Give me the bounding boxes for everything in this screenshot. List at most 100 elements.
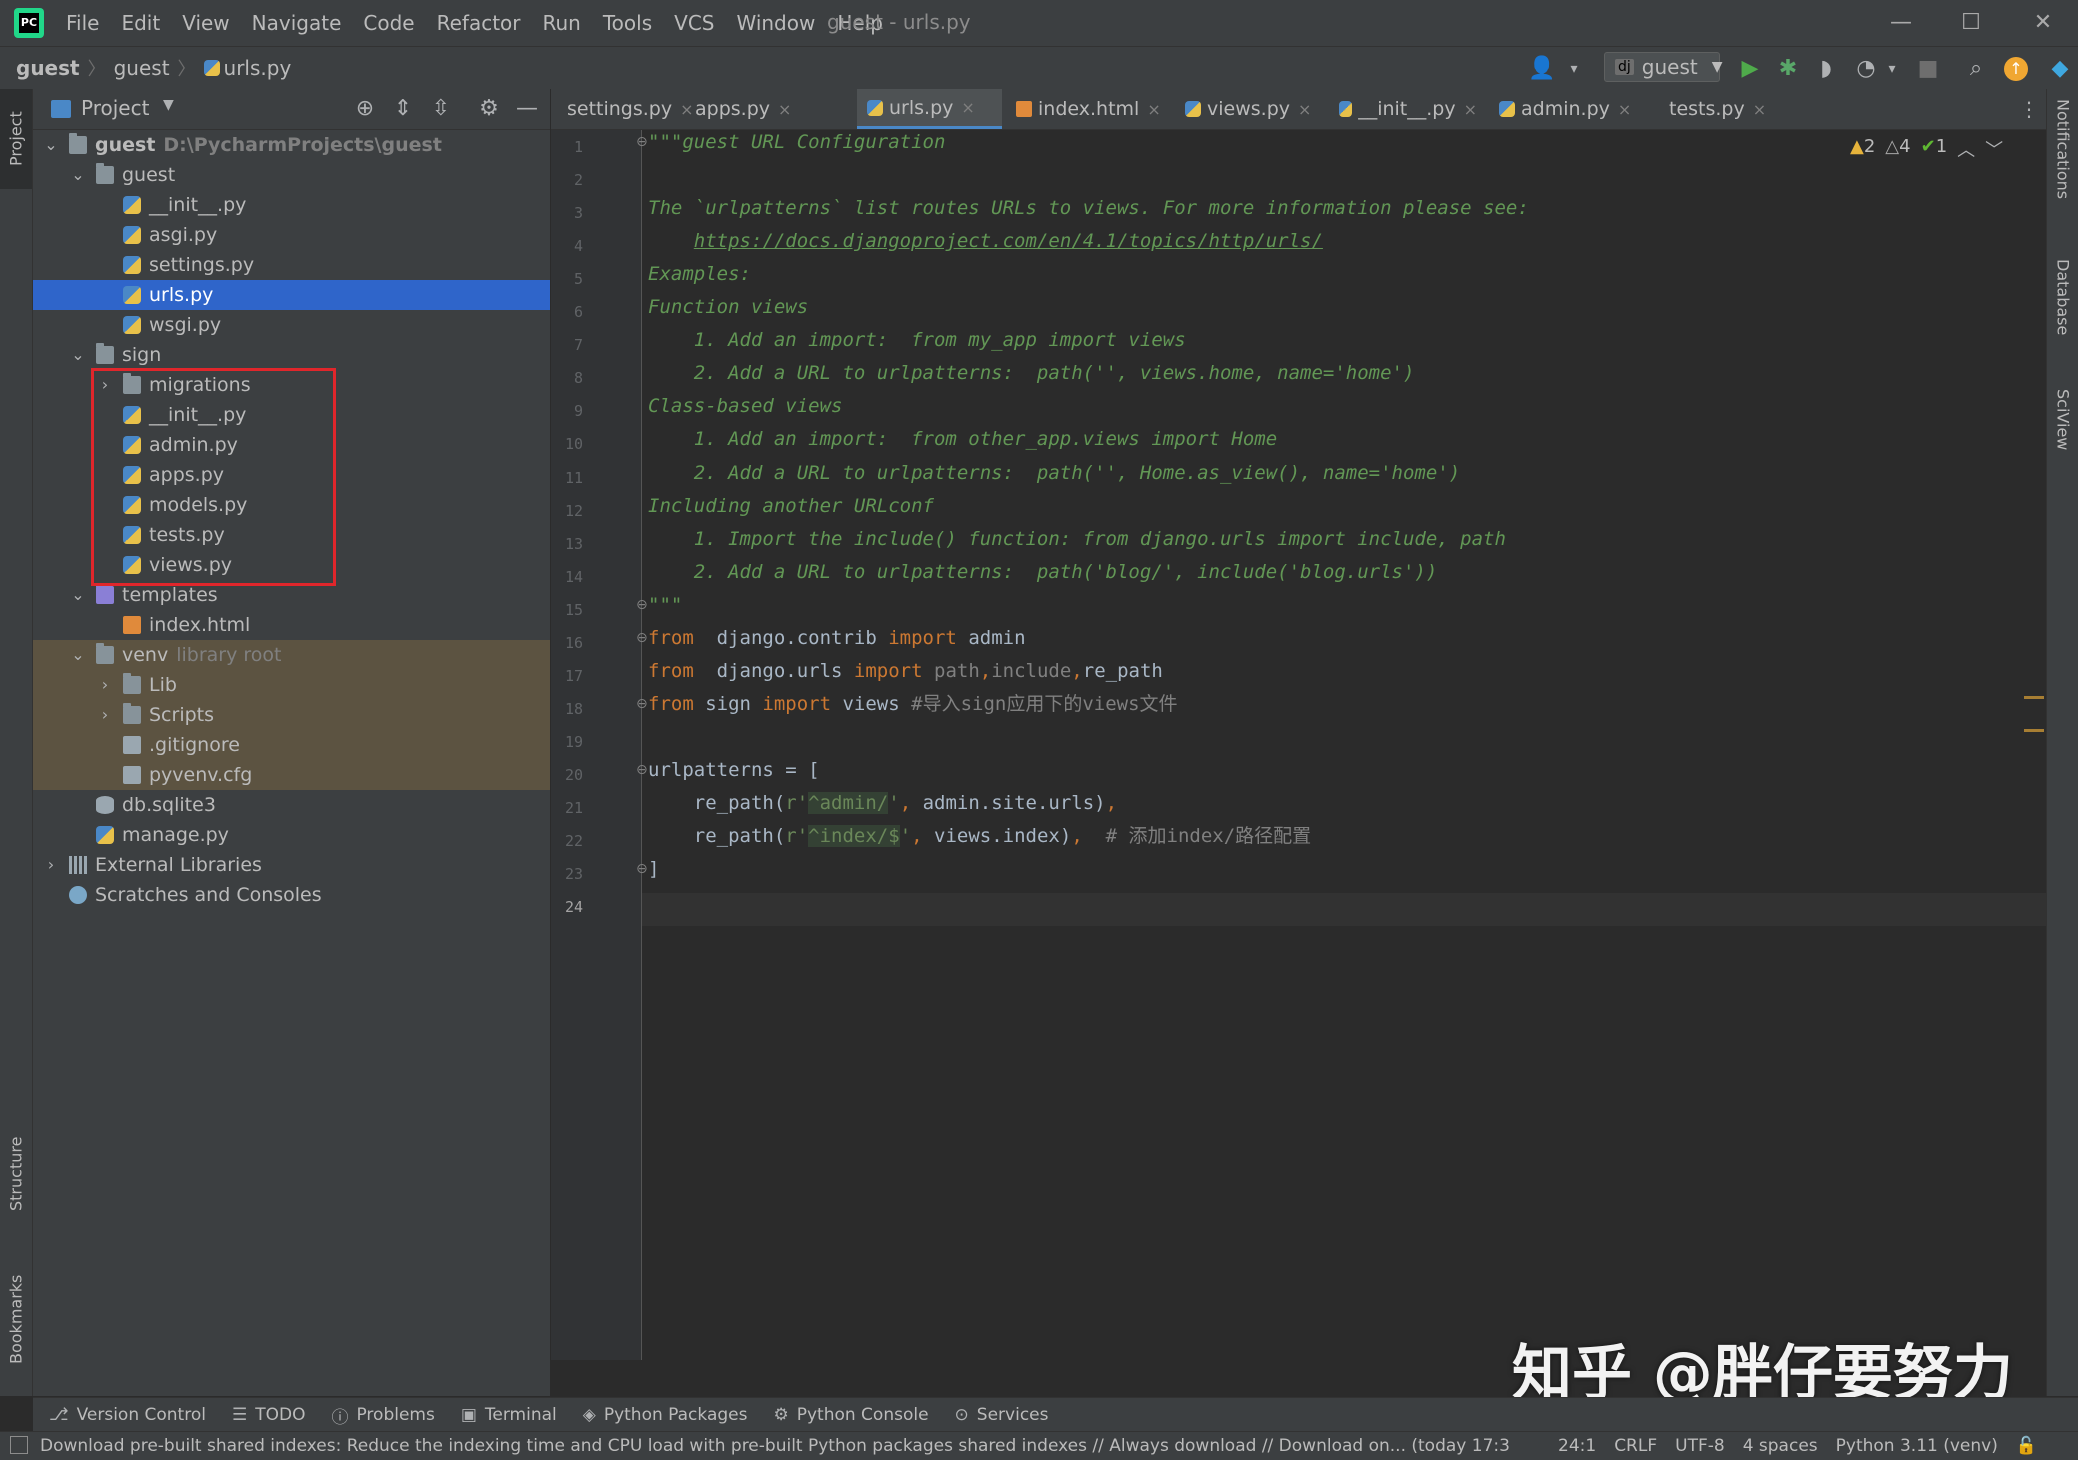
- code-line[interactable]: Examples:: [648, 258, 751, 291]
- close-tab-icon[interactable]: ×: [1464, 100, 1477, 119]
- minimize-button[interactable]: —: [1878, 6, 1924, 40]
- editor-tab[interactable]: tests.py ×: [1653, 89, 1773, 129]
- python-interpreter[interactable]: Python 3.11 (venv): [1836, 1436, 1998, 1456]
- close-tab-icon[interactable]: ×: [1298, 100, 1311, 119]
- editor-tab[interactable]: urls.py ×: [857, 89, 1002, 129]
- next-highlight-icon[interactable]: ﹀: [1985, 136, 2003, 162]
- tree-item[interactable]: index.html: [33, 610, 550, 640]
- editor-tab[interactable]: index.html ×: [1006, 89, 1171, 129]
- menu-file[interactable]: File: [66, 11, 99, 35]
- line-number[interactable]: 4: [551, 237, 583, 255]
- code-line[interactable]: 1. Add an import: from my_app import vie…: [648, 324, 1186, 357]
- menu-run[interactable]: Run: [543, 11, 581, 35]
- fold-marker-icon[interactable]: ⊖: [636, 696, 648, 712]
- line-number[interactable]: 3: [551, 204, 583, 222]
- close-tab-icon[interactable]: ×: [1147, 100, 1160, 119]
- maximize-button[interactable]: ☐: [1948, 6, 1994, 40]
- tool-window-bookmarks[interactable]: Bookmarks: [0, 1259, 32, 1379]
- tree-item[interactable]: asgi.py: [33, 220, 550, 250]
- inspection-widget[interactable]: ▲2 △4 ✔1 ︿ ﹀: [1850, 136, 2003, 162]
- previous-highlight-icon[interactable]: ︿: [1957, 136, 1975, 162]
- chevron-down-icon[interactable]: ⌄: [70, 340, 86, 370]
- fold-marker-icon[interactable]: ⊖: [636, 861, 648, 877]
- code-line[interactable]: """guest URL Configuration: [648, 126, 945, 159]
- editor-tab[interactable]: apps.py ×: [679, 89, 797, 129]
- line-number[interactable]: 17: [551, 667, 583, 685]
- scrollbar-warning-marker[interactable]: [2024, 729, 2044, 732]
- line-number[interactable]: 8: [551, 369, 583, 387]
- collapse-all-icon[interactable]: ⇳: [427, 95, 455, 123]
- code-line[interactable]: 2. Add a URL to urlpatterns: path('', vi…: [648, 357, 1415, 390]
- code-line[interactable]: Function views: [648, 291, 808, 324]
- run-configuration-select[interactable]: dj guest ▼: [1604, 52, 1723, 82]
- line-number[interactable]: 20: [551, 766, 583, 784]
- menu-vcs[interactable]: VCS: [674, 11, 714, 35]
- code-line[interactable]: from django.urls import path,include,re_…: [648, 655, 1163, 688]
- tool-window-python-packages[interactable]: ◈ Python Packages: [583, 1405, 748, 1425]
- chevron-down-icon[interactable]: ⌄: [70, 640, 86, 670]
- close-tab-icon[interactable]: ×: [778, 100, 791, 119]
- more-run-options-icon[interactable]: ▾: [1878, 55, 1906, 83]
- code-line[interactable]: from django.contrib import admin: [648, 622, 1026, 655]
- line-number[interactable]: 21: [551, 799, 583, 817]
- tree-item[interactable]: .gitignore: [33, 730, 550, 760]
- gear-icon[interactable]: ⚙: [475, 95, 503, 123]
- chevron-right-icon[interactable]: ›: [97, 670, 113, 700]
- code-line[interactable]: """: [648, 589, 682, 622]
- menu-tools[interactable]: Tools: [603, 11, 652, 35]
- code-line[interactable]: re_path(r'^admin/', admin.site.urls),: [648, 787, 1117, 820]
- breadcrumb-project[interactable]: guest: [16, 56, 80, 80]
- code-line[interactable]: https://docs.djangoproject.com/en/4.1/to…: [648, 225, 1323, 258]
- line-number[interactable]: 12: [551, 502, 583, 520]
- menu-navigate[interactable]: Navigate: [252, 11, 342, 35]
- tree-item[interactable]: ⌄ guest: [33, 160, 550, 190]
- chevron-down-icon[interactable]: ⌄: [70, 580, 86, 610]
- tool-window-version-control[interactable]: ⎇ Version Control: [49, 1405, 206, 1425]
- tree-item[interactable]: Scratches and Consoles: [33, 880, 550, 910]
- line-number[interactable]: 19: [551, 733, 583, 751]
- run-icon[interactable]: ▶: [1736, 55, 1764, 83]
- warnings-indicator[interactable]: ▲2: [1850, 136, 1875, 162]
- code-line[interactable]: from sign import views #导入sign应用下的views文…: [648, 688, 1178, 721]
- editor-tab[interactable]: views.py ×: [1175, 89, 1325, 129]
- tool-window-sciview[interactable]: SciView: [2047, 389, 2078, 489]
- debug-icon[interactable]: ✱: [1774, 55, 1802, 83]
- profile-icon[interactable]: ◔: [1852, 55, 1880, 83]
- scrollbar-warning-marker[interactable]: [2024, 696, 2044, 699]
- fold-marker-icon[interactable]: ⊖: [636, 762, 648, 778]
- code-line[interactable]: 2. Add a URL to urlpatterns: path('blog/…: [648, 556, 1438, 589]
- tree-item[interactable]: pyvenv.cfg: [33, 760, 550, 790]
- menu-edit[interactable]: Edit: [121, 11, 160, 35]
- close-tab-icon[interactable]: ×: [1618, 100, 1631, 119]
- line-number[interactable]: 2: [551, 171, 583, 189]
- menu-window[interactable]: Window: [736, 11, 815, 35]
- stop-icon[interactable]: ■: [1914, 55, 1942, 83]
- chevron-down-icon[interactable]: ▼: [163, 97, 174, 113]
- breadcrumb-file[interactable]: urls.py: [224, 56, 292, 80]
- tree-item[interactable]: › External Libraries: [33, 850, 550, 880]
- user-dropdown-icon[interactable]: ▾: [1560, 55, 1588, 83]
- line-number[interactable]: 10: [551, 435, 583, 453]
- close-tab-icon[interactable]: ×: [1753, 100, 1766, 119]
- tool-window-python-console[interactable]: ⚙ Python Console: [773, 1405, 928, 1425]
- line-number[interactable]: 15: [551, 601, 583, 619]
- hide-panel-icon[interactable]: —: [513, 95, 541, 123]
- tree-item[interactable]: ⌄ guest D:\PycharmProjects\guest: [33, 130, 550, 160]
- user-icon[interactable]: 👤: [1528, 55, 1556, 83]
- updates-icon[interactable]: ↑: [2004, 57, 2028, 81]
- tree-item[interactable]: › Scripts: [33, 700, 550, 730]
- line-number[interactable]: 24: [551, 898, 583, 916]
- tool-window-notifications[interactable]: Notifications: [2047, 99, 2078, 239]
- tree-item[interactable]: manage.py: [33, 820, 550, 850]
- fold-marker-icon[interactable]: ⊖: [636, 630, 648, 646]
- code-line[interactable]: Class-based views: [648, 390, 842, 423]
- line-number[interactable]: 13: [551, 535, 583, 553]
- toggle-tool-windows-icon[interactable]: [10, 1436, 28, 1454]
- tree-item[interactable]: wsgi.py: [33, 310, 550, 340]
- editor-tab[interactable]: settings.py ×: [551, 89, 694, 129]
- jetbrains-ai-icon[interactable]: ◆: [2046, 55, 2074, 83]
- weak-warnings-indicator[interactable]: △4: [1885, 136, 1910, 162]
- code-line[interactable]: 2. Add a URL to urlpatterns: path('', Ho…: [648, 457, 1460, 490]
- tool-window-database[interactable]: Database: [2047, 259, 2078, 369]
- tool-window-services[interactable]: ⊙ Services: [955, 1405, 1049, 1425]
